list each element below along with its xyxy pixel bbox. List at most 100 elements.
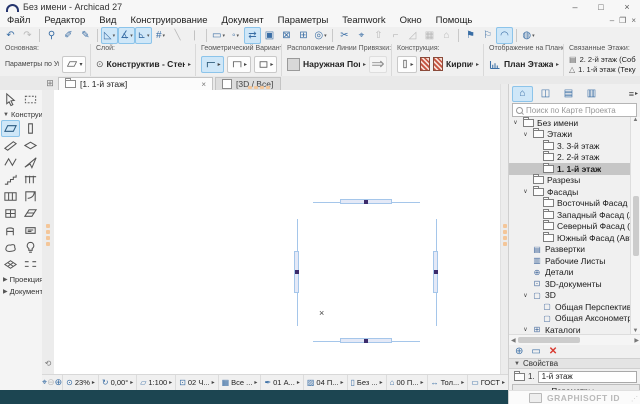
tab-floor-plan[interactable]: [1. 1-й этаж] × [58, 77, 213, 90]
tree-item[interactable]: Разрезы [509, 175, 631, 187]
pick-up-pen-icon[interactable]: ✎ [77, 27, 94, 44]
tool-railing-icon[interactable] [21, 171, 40, 188]
scroll-up-icon[interactable]: ▲ [633, 117, 639, 123]
tool-lamp-icon[interactable] [21, 239, 40, 256]
mdi-minimize-button[interactable]: – [610, 16, 614, 25]
wall-right-node[interactable] [434, 270, 438, 274]
viewpoint-settings-button[interactable]: ▭ [531, 346, 540, 357]
statusbar-graphic-override[interactable]: ▨04 П...▸ [303, 375, 347, 390]
magic-wand-icon[interactable]: ◎▾ [312, 27, 329, 44]
structure-type-button[interactable]: ▸ [397, 56, 417, 73]
menu-teamwork[interactable]: Teamwork [335, 14, 392, 27]
tool-slab-icon[interactable] [21, 137, 40, 154]
geometry-straight-wall-button[interactable]: ▸ [201, 56, 224, 73]
menu-редактор[interactable]: Редактор [37, 14, 92, 27]
stretch-icon[interactable]: ⌂ [438, 27, 455, 44]
undo-icon[interactable]: ↶ [2, 27, 19, 44]
geometry-chained-wall-button[interactable]: ▸ [227, 56, 250, 73]
statusbar-floor-plan-cut-plane[interactable]: ⌂00 П...▸ [386, 375, 427, 390]
toolbox-resize-handle[interactable] [45, 222, 50, 248]
tool-shell-icon[interactable] [21, 154, 40, 171]
explode-icon[interactable]: ⊠ [278, 27, 295, 44]
mdi-restore-button[interactable]: ❐ [619, 16, 626, 25]
horizontal-scroll-thumb[interactable] [518, 337, 580, 343]
toolbox-section-construct[interactable]: ▼ Конструиров [0, 108, 42, 120]
tree-horizontal-scrollbar[interactable]: ◀ ▶ [509, 334, 640, 345]
tree-item[interactable]: ∨Этажи [509, 129, 631, 141]
toolbox-section-document[interactable]: ▶ Документир [0, 285, 42, 297]
layer-selector[interactable]: ⊙ Конструктив - Стены Не... ▸ [96, 54, 191, 74]
menu-документ[interactable]: Документ [214, 14, 270, 27]
tool-opening-icon[interactable] [21, 256, 40, 273]
wall-top-node[interactable] [364, 200, 368, 204]
menu-помощь[interactable]: Помощь [429, 14, 480, 27]
view-map-icon[interactable]: ◫ [535, 86, 556, 102]
statusbar-renovation-filter[interactable]: ▯Без ...▸ [347, 375, 386, 390]
fillet-icon[interactable]: ⌐ [387, 27, 404, 44]
menu-окно[interactable]: Окно [393, 14, 429, 27]
snap-guides-icon[interactable]: ∡▾ [118, 27, 135, 44]
menu-вид[interactable]: Вид [92, 14, 123, 27]
chamfer-icon[interactable]: ◿ [404, 27, 421, 44]
trim-icon[interactable]: ⇧ [370, 27, 387, 44]
zoom-out-icon[interactable]: ⊖ [47, 376, 55, 390]
menu-параметры[interactable]: Параметры [271, 14, 336, 27]
tree-item[interactable]: ▥Рабочие Листы [509, 255, 631, 267]
tool-mesh-icon[interactable] [1, 256, 20, 273]
close-button[interactable]: × [614, 1, 640, 14]
story-name-input[interactable]: 1-й этаж [538, 371, 637, 383]
properties-section-header[interactable]: ▼ Свойства [509, 358, 640, 369]
menu-конструирование[interactable]: Конструирование [123, 14, 214, 27]
linked-story-top[interactable]: ▤ 2. 2-й этаж (Собо [569, 54, 636, 64]
tree-item[interactable]: ∨Фасады [509, 186, 631, 198]
adjust-icon[interactable]: ⌖ [353, 27, 370, 44]
wall-left-node[interactable] [295, 270, 299, 274]
tree-item[interactable]: ∨Без имени [509, 117, 631, 129]
statusbar-orientation[interactable]: ↻0,00°▸ [98, 375, 136, 390]
tree-item[interactable]: ▢Общая Перспектива [509, 301, 631, 313]
tab-overview-button[interactable]: ⊞ [42, 77, 58, 90]
floor-plan-canvas[interactable]: × [54, 90, 500, 374]
tree-item[interactable]: ▢Общая Аксонометрия [509, 313, 631, 325]
statusbar-dimensioning[interactable]: ↔Тол...▸ [427, 375, 468, 390]
tree-vertical-scrollbar[interactable]: ▲ ▼ [630, 117, 640, 334]
tree-item[interactable]: 3. 3-й этаж [509, 140, 631, 152]
flip-reference-line-button[interactable]: ⇒ [369, 56, 387, 73]
toolbox-collapse-icon[interactable]: ⟲ [43, 358, 53, 368]
statusbar-layer-combination[interactable]: ⊡02 Ч...▸ [175, 375, 217, 390]
window-resize-grip[interactable]: ⋰ [631, 395, 638, 403]
flag-end-icon[interactable]: ⚐ [479, 27, 496, 44]
redo-icon[interactable]: ↷ [19, 27, 36, 44]
tool-morph-icon[interactable] [1, 239, 20, 256]
rebuild-model-icon[interactable]: ◍▾ [520, 27, 537, 44]
building-material-selector[interactable]: Кирпич - Гли... [446, 59, 473, 69]
snap-points-icon[interactable]: ⊾▾ [135, 27, 152, 44]
menu-файл[interactable]: Файл [0, 14, 37, 27]
statusbar-scale[interactable]: ▱1:100▸ [136, 375, 175, 390]
tree-expander-icon[interactable]: ∨ [522, 131, 529, 138]
statusbar-model-view-options[interactable]: ▦Все ...▸ [218, 375, 261, 390]
lock-elements-icon[interactable]: ◦▾ [227, 27, 244, 44]
minimize-button[interactable]: – [562, 1, 588, 14]
cursor-projection-icon[interactable]: ❘ [186, 27, 203, 44]
tabbar-palette-handle[interactable] [248, 85, 270, 89]
tree-item[interactable]: ∨▢3D [509, 290, 631, 302]
tree-expander-icon[interactable]: ∨ [522, 326, 529, 333]
linked-story-base[interactable]: △ 1. 1-й этаж (Теку [569, 64, 636, 74]
plan-display-selector[interactable]: План Этажа и Разрез... ▸ [489, 54, 559, 74]
wall-bottom-node[interactable] [364, 339, 368, 343]
guide-lines-icon[interactable]: ◺▾ [101, 27, 118, 44]
tree-expander-icon[interactable]: ∨ [512, 119, 519, 126]
add-viewpoint-button[interactable]: ⊕ [515, 346, 523, 357]
tool-beam-icon[interactable] [1, 137, 20, 154]
layout-book-icon[interactable]: ▤ [558, 86, 579, 102]
delete-viewpoint-button[interactable]: ✕ [549, 346, 557, 357]
statusbar-zoom-level[interactable]: ⊙23%▸ [62, 375, 98, 390]
suspend-groups-icon[interactable]: ⇄ [244, 27, 261, 44]
mdi-close-button[interactable]: × [631, 16, 636, 25]
project-map-icon[interactable]: ⌂ [512, 86, 533, 102]
tab-close-icon[interactable]: × [201, 80, 206, 89]
tree-item[interactable]: 2. 2-й этаж [509, 152, 631, 164]
tool-window-icon[interactable] [1, 205, 20, 222]
maximize-button[interactable]: □ [588, 1, 614, 14]
